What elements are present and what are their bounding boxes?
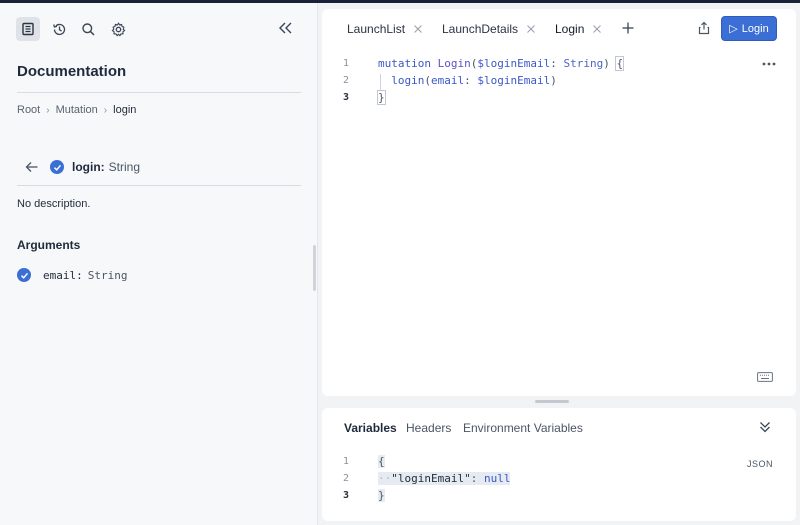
breadcrumb-mutation[interactable]: Mutation	[56, 104, 98, 116]
close-icon[interactable]	[526, 24, 536, 34]
variables-line[interactable]: 1 {	[336, 453, 385, 470]
line-number: 2	[342, 75, 350, 86]
variables-line[interactable]: 3 }	[336, 487, 385, 504]
field-type-link[interactable]: String	[109, 160, 140, 174]
arguments-heading: Arguments	[17, 238, 81, 252]
history-icon[interactable]	[47, 17, 71, 41]
tab-launchdetails[interactable]: LaunchDetails	[442, 21, 536, 37]
editor-resize-handle[interactable]	[535, 400, 569, 403]
code-line[interactable]: 3 }	[336, 89, 386, 106]
code-text: mutation Login($loginEmail: String) {	[378, 56, 625, 71]
keyboard-icon[interactable]	[757, 372, 773, 382]
plus-icon[interactable]	[621, 21, 635, 35]
variables-line[interactable]: 2 ··"loginEmail": null	[336, 470, 511, 487]
code-text: }	[378, 489, 385, 502]
search-icon[interactable]	[76, 17, 100, 41]
divider	[17, 185, 301, 186]
tab-environment-variables[interactable]: Environment Variables	[463, 421, 583, 435]
line-number: 1	[342, 456, 350, 467]
line-number: 1	[342, 58, 350, 69]
tab-label: Login	[555, 22, 585, 36]
code-text: }	[377, 90, 386, 105]
close-icon[interactable]	[413, 24, 423, 34]
docs-sidebar: Documentation Root › Mutation › login lo…	[0, 3, 318, 525]
tab-headers[interactable]: Headers	[406, 421, 451, 435]
tab-launchlist[interactable]: LaunchList	[347, 21, 423, 37]
code-text: login(email: $loginEmail)	[391, 74, 557, 87]
docs-title: Documentation	[17, 63, 127, 80]
format-label: JSON	[747, 459, 774, 469]
back-arrow-icon[interactable]	[24, 159, 40, 175]
code-line[interactable]: 1 mutation Login($loginEmail: String) {	[336, 55, 625, 72]
breadcrumb-current: login	[113, 104, 137, 116]
argument-row[interactable]: email: String	[17, 267, 128, 283]
line-number: 3	[342, 490, 350, 501]
field-name: login:	[72, 160, 105, 174]
divider	[17, 92, 301, 93]
chevron-double-down-icon[interactable]	[758, 420, 772, 434]
check-icon	[50, 160, 64, 174]
line-number: 2	[342, 473, 350, 484]
tab-label: LaunchList	[347, 22, 406, 36]
docs-icon[interactable]	[16, 17, 40, 41]
check-icon[interactable]	[17, 268, 31, 282]
close-icon[interactable]	[592, 24, 602, 34]
breadcrumb-separator: ›	[46, 104, 50, 116]
more-icon[interactable]	[761, 60, 777, 68]
breadcrumb: Root › Mutation › login	[17, 104, 136, 116]
code-line[interactable]: 2 login(email: $loginEmail)	[336, 72, 557, 89]
tab-label: LaunchDetails	[442, 22, 519, 36]
tab-variables[interactable]: Variables	[344, 421, 397, 435]
code-text: ··"loginEmail": null	[378, 472, 511, 485]
collapse-icon[interactable]	[276, 18, 296, 38]
breadcrumb-separator: ›	[103, 104, 108, 116]
run-operation-button[interactable]: ▷ Login	[721, 16, 777, 41]
gear-icon[interactable]	[106, 17, 130, 41]
share-icon[interactable]	[697, 21, 711, 35]
line-number: 3	[342, 92, 350, 103]
argument-type-link[interactable]: String	[88, 269, 128, 282]
play-icon: ▷	[729, 23, 738, 35]
run-button-label: Login	[741, 22, 769, 35]
panel-resize-handle[interactable]	[313, 245, 316, 291]
breadcrumb-root[interactable]: Root	[17, 104, 40, 116]
field-header: login: String	[24, 157, 140, 177]
code-text: {	[378, 455, 385, 468]
tab-login[interactable]: Login	[555, 21, 602, 37]
field-description: No description.	[17, 198, 91, 210]
argument-name: email:	[43, 268, 83, 282]
